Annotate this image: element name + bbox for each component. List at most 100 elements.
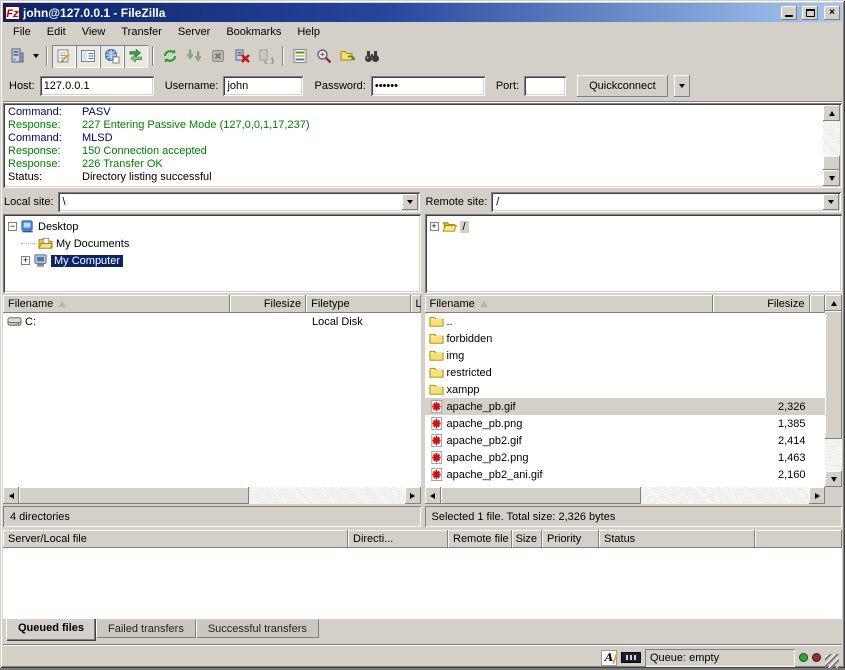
local-site-combo[interactable]: \ [58,192,420,212]
port-input[interactable] [524,76,566,96]
column-header-filename[interactable]: Filename [425,295,713,313]
scroll-thumb[interactable] [441,487,641,504]
toggle-transfer-queue-button[interactable] [124,45,148,68]
remote-file-list: Filename Filesize .. forbidden [425,295,843,487]
scroll-track[interactable] [825,311,842,471]
header-label: Remote file [453,533,509,545]
remote-site-dropdown[interactable] [823,194,839,210]
menu-bookmarks[interactable]: Bookmarks [218,23,289,41]
column-header-direction[interactable]: Directi... [348,530,448,548]
column-header-last-modified[interactable]: L [411,295,421,313]
disconnect-button[interactable] [230,45,254,68]
scroll-thumb[interactable] [823,156,840,170]
tree-item-desktop[interactable]: − Desktop [5,218,419,235]
local-site-dropdown[interactable] [402,194,418,210]
local-hscrollbar[interactable] [3,487,421,504]
scroll-track[interactable] [19,487,405,504]
tree-item-my-computer[interactable]: + My Computer [5,252,419,269]
username-input[interactable] [223,76,303,96]
tab-failed-transfers[interactable]: Failed transfers [96,620,196,638]
tree-item-root[interactable]: + / [427,218,841,235]
open-folder-icon [442,219,457,234]
scroll-track[interactable] [441,487,810,504]
log-line: Response:226 Transfer OK [8,158,820,171]
close-button[interactable]: × [824,6,840,20]
toggle-local-tree-button[interactable] [76,45,100,68]
column-header-status[interactable]: Status [599,530,755,548]
column-header-server-local-file[interactable]: Server/Local file [3,530,348,548]
column-header-filler [755,530,842,548]
log-scrollbar[interactable] [823,105,840,186]
scroll-track[interactable] [823,121,840,170]
tree-item-my-documents[interactable]: My Documents [5,235,419,252]
table-row[interactable]: apache_pb2.gif 2,414 [425,432,826,449]
table-row[interactable]: C: Local Disk [3,313,421,330]
resize-grip[interactable] [825,654,839,668]
table-row[interactable]: restricted [425,364,826,381]
status-bar: A Queue: empty [3,644,842,670]
remote-hscrollbar[interactable] [425,487,826,504]
binoculars-icon [364,48,380,64]
menu-help[interactable]: Help [289,23,328,41]
scroll-up-button[interactable] [823,105,840,121]
column-header-remote-file[interactable]: Remote file [448,530,512,548]
table-row[interactable]: apache_pb2_ani.gif 2,160 [425,466,826,483]
menu-file[interactable]: File [5,23,39,41]
expand-icon[interactable]: + [430,222,439,231]
scroll-thumb[interactable] [825,311,842,439]
column-header-filesize[interactable]: Filesize [230,295,307,313]
column-header-filetype[interactable]: Filetype [306,295,410,313]
site-manager-dropdown[interactable] [29,45,42,68]
quickconnect-button[interactable]: Quickconnect [577,75,668,97]
reconnect-button[interactable] [254,45,278,68]
menu-server[interactable]: Server [170,23,218,41]
host-input[interactable] [40,76,154,96]
scroll-right-button[interactable] [405,487,421,504]
expand-icon[interactable]: + [21,256,30,265]
quickconnect-dropdown[interactable] [674,75,690,97]
remote-site-combo[interactable]: / [491,192,841,212]
tab-queued-files[interactable]: Queued files [6,619,96,641]
site-manager-button[interactable] [5,45,29,68]
refresh-button[interactable] [158,45,182,68]
tab-successful-transfers[interactable]: Successful transfers [196,620,319,638]
scroll-down-button[interactable] [823,170,840,186]
scroll-down-button[interactable] [825,471,842,487]
menu-transfer[interactable]: Transfer [113,23,170,41]
column-header-priority[interactable]: Priority [542,530,599,548]
column-header-size[interactable]: Size [512,530,542,548]
scroll-left-button[interactable] [425,487,441,504]
table-row[interactable]: apache_pb.png 1,385 [425,415,826,432]
header-label: Size [516,533,537,545]
titlebar: Fz john@127.0.0.1 - FileZilla × [3,3,842,22]
minimize-button[interactable] [781,6,797,20]
table-row[interactable]: .. [425,313,826,330]
scroll-left-button[interactable] [3,487,19,504]
collapse-icon[interactable]: − [8,222,17,231]
password-input[interactable] [371,76,485,96]
toggle-remote-tree-button[interactable] [100,45,124,68]
toggle-message-log-button[interactable] [52,45,76,68]
cancel-button[interactable] [206,45,230,68]
table-row[interactable]: apache_pb2.png 1,463 [425,449,826,466]
menu-view[interactable]: View [74,23,114,41]
directory-comparison-button[interactable] [312,45,336,68]
menu-edit[interactable]: Edit [39,23,74,41]
maximize-button[interactable] [802,6,818,20]
table-row[interactable]: xampp [425,381,826,398]
filename-filters-button[interactable] [288,45,312,68]
scroll-right-button[interactable] [809,487,825,504]
log-text: MLSD [82,132,113,144]
table-row-selected[interactable]: apache_pb.gif 2,326 [425,398,826,415]
find-files-button[interactable] [360,45,384,68]
scroll-up-button[interactable] [825,295,842,311]
scroll-thumb[interactable] [19,487,249,504]
column-header-filename[interactable]: Filename [3,295,230,313]
column-header-filesize[interactable]: Filesize [713,295,810,313]
table-row[interactable]: forbidden [425,330,826,347]
process-queue-button[interactable] [182,45,206,68]
comparison-icon [316,48,332,64]
table-row[interactable]: img [425,347,826,364]
remote-vscrollbar[interactable] [825,295,842,487]
synchronized-browsing-button[interactable] [336,45,360,68]
